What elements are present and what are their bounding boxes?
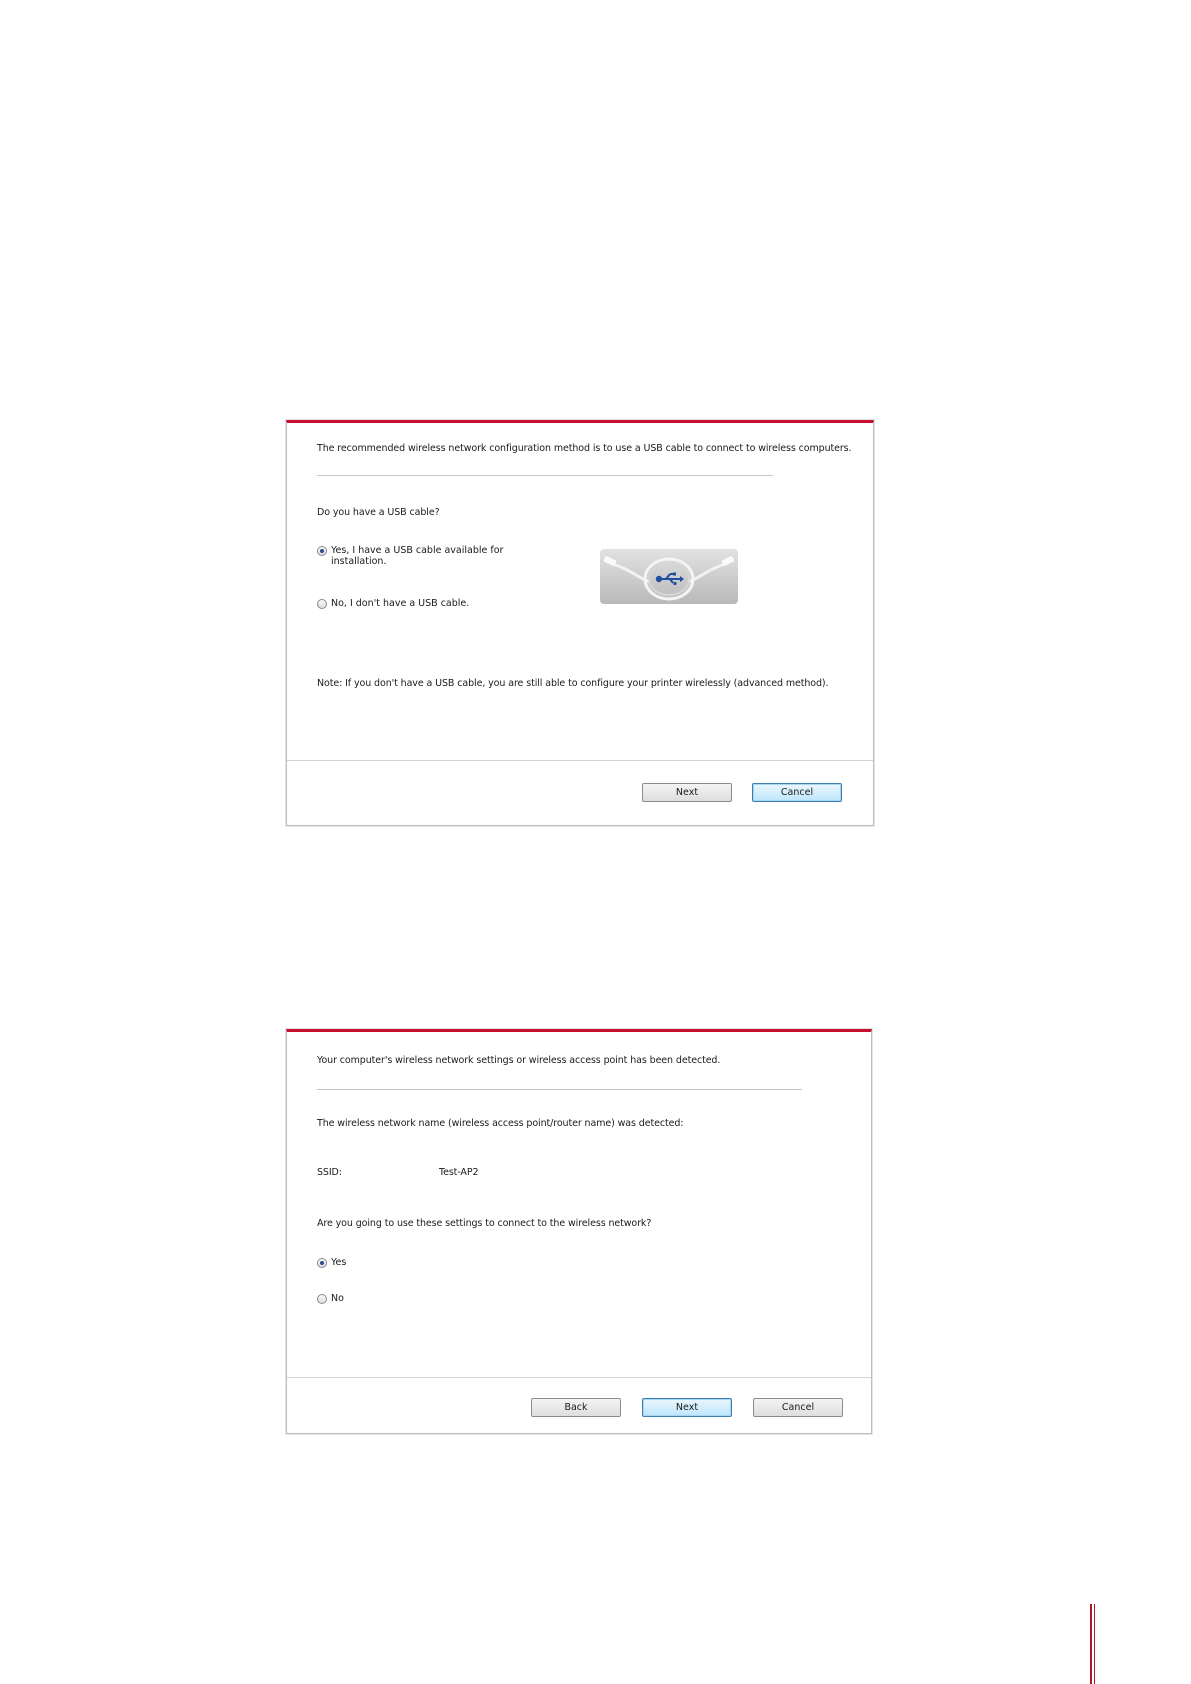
radio-unselected-icon xyxy=(317,1294,327,1304)
back-button[interactable]: Back xyxy=(531,1398,621,1417)
cancel-button[interactable]: Cancel xyxy=(753,1398,843,1417)
usb-question: Do you have a USB cable? xyxy=(317,507,440,518)
radio-yes-label: Yes xyxy=(331,1257,347,1268)
usb-cable-image xyxy=(600,549,738,604)
footer-separator xyxy=(287,760,873,761)
usb-note-text: Note: If you don't have a USB cable, you… xyxy=(317,678,829,689)
radio-yes-label-line1: Yes, I have a USB cable available for xyxy=(331,545,504,556)
ssid-value: Test-AP2 xyxy=(439,1167,479,1178)
usb-cable-icon xyxy=(603,556,735,601)
radio-yes-label-line2: installation. xyxy=(331,556,387,567)
radio-selected-icon xyxy=(317,546,327,556)
radio-no-label: No xyxy=(331,1293,344,1304)
next-button[interactable]: Next xyxy=(642,1398,732,1417)
cancel-button[interactable]: Cancel xyxy=(752,783,842,802)
radio-unselected-icon xyxy=(317,599,327,609)
usb-cable-dialog: The recommended wireless network configu… xyxy=(286,420,874,826)
radio-no-usb[interactable]: No, I don't have a USB cable. xyxy=(317,598,469,609)
radio-yes-usb[interactable]: Yes, I have a USB cable available for in… xyxy=(317,545,503,567)
radio-no[interactable]: No xyxy=(317,1293,344,1304)
separator xyxy=(317,1089,802,1090)
page-edge-mark xyxy=(1090,1604,1092,1684)
next-button[interactable]: Next xyxy=(642,783,732,802)
ssid-label: SSID: xyxy=(317,1167,342,1178)
radio-selected-icon xyxy=(317,1258,327,1268)
wireless-detected-dialog: Your computer's wireless network setting… xyxy=(286,1029,872,1434)
dialog-intro-text: Your computer's wireless network setting… xyxy=(317,1055,721,1066)
radio-yes[interactable]: Yes xyxy=(317,1257,346,1268)
use-settings-question: Are you going to use these settings to c… xyxy=(317,1218,652,1229)
radio-no-label: No, I don't have a USB cable. xyxy=(331,598,470,609)
page-edge-mark xyxy=(1094,1604,1095,1684)
detected-network-text: The wireless network name (wireless acce… xyxy=(317,1118,684,1129)
separator xyxy=(317,475,773,476)
dialog-intro-text: The recommended wireless network configu… xyxy=(317,443,852,454)
footer-separator xyxy=(287,1377,871,1378)
